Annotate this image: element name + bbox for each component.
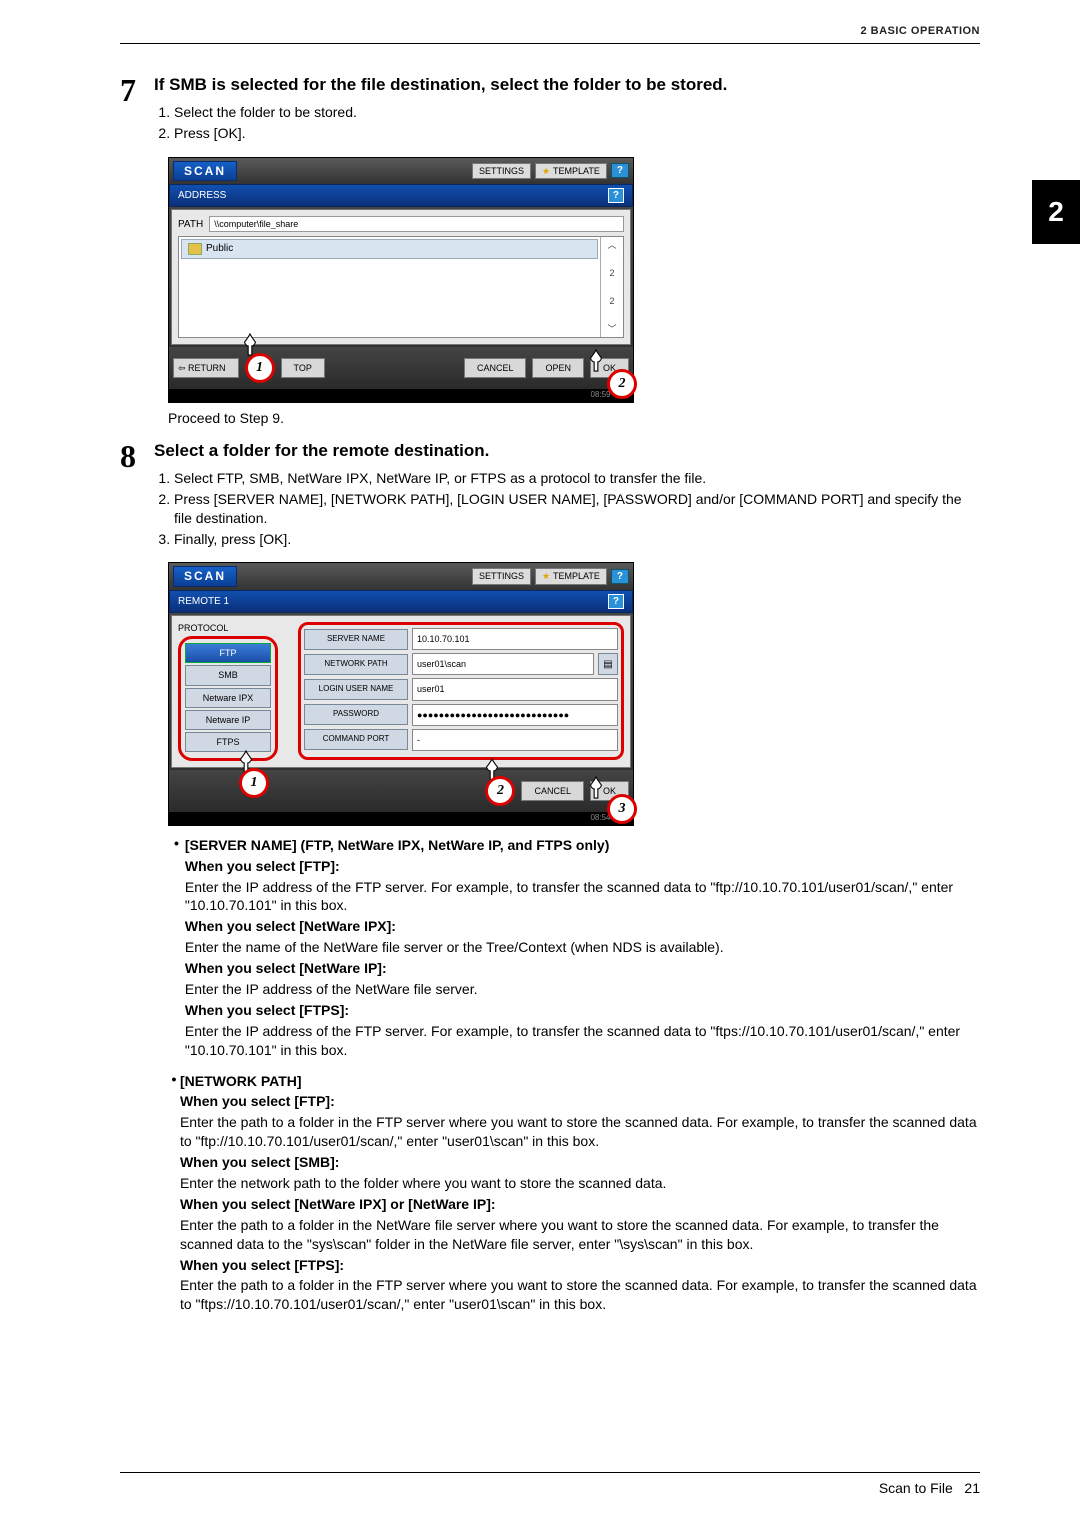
server-name-heading: [SERVER NAME] (FTP, NetWare IPX, NetWare… (185, 836, 980, 855)
path-label: PATH (178, 218, 203, 232)
callout-2b: 2 (485, 776, 515, 806)
remote-bar-label: REMOTE 1 (178, 595, 229, 609)
bullet-dot: • (168, 1070, 180, 1089)
page-indicator-bot: 2 (609, 295, 614, 307)
fields-highlight: SERVER NAME10.10.70.101 NETWORK PATHuser… (298, 622, 624, 760)
cancel-button[interactable]: CANCEL (464, 358, 527, 378)
network-path-value[interactable]: user01\scan (412, 653, 594, 675)
callout-1: 1 (245, 353, 275, 383)
network-path-button[interactable]: NETWORK PATH (304, 654, 408, 675)
template-button-2[interactable]: ★TEMPLATE (535, 568, 607, 584)
np-ftp-text: Enter the path to a folder in the FTP se… (180, 1113, 980, 1151)
template-button[interactable]: ★TEMPLATE (535, 163, 607, 179)
step7-title: If SMB is selected for the file destinat… (154, 74, 980, 97)
netware-ipx-heading: When you select [NetWare IPX]: (185, 917, 980, 936)
command-port-value[interactable]: - (412, 729, 618, 751)
pointer-icon-2 (585, 347, 607, 375)
address-bar-label: ADDRESS (178, 189, 226, 203)
login-user-button[interactable]: LOGIN USER NAME (304, 679, 408, 700)
np-nw-text: Enter the path to a folder in the NetWar… (180, 1216, 980, 1254)
step8-substeps: Select FTP, SMB, NetWare IPX, NetWare IP… (154, 469, 980, 549)
ftps-text: Enter the IP address of the FTP server. … (185, 1022, 980, 1060)
screenshot-remote: SCAN SETTINGS ★TEMPLATE ? REMOTE 1 ? PRO… (168, 562, 634, 825)
step7-sub1: Select the folder to be stored. (174, 103, 980, 122)
return-button[interactable]: ⇦ RETURN (173, 358, 239, 378)
help-button-top[interactable]: ? (611, 163, 629, 179)
step8-sub3: Finally, press [OK]. (174, 530, 980, 549)
network-path-heading: [NETWORK PATH] (180, 1072, 980, 1091)
open-button[interactable]: OPEN (532, 358, 584, 378)
proceed-note: Proceed to Step 9. (168, 409, 980, 428)
protocol-ftp[interactable]: FTP (185, 643, 271, 663)
chapter-tab: 2 (1032, 180, 1080, 244)
np-ftp-heading: When you select [FTP]: (180, 1092, 980, 1111)
step7-substeps: Select the folder to be stored. Press [O… (154, 103, 980, 143)
bullet-dot: • (168, 834, 185, 853)
header-rule (120, 43, 980, 44)
scan-tab[interactable]: SCAN (173, 161, 237, 181)
screenshot-address: SCAN SETTINGS ★TEMPLATE ? ADDRESS ? PATH… (168, 157, 634, 403)
path-input[interactable] (209, 216, 624, 232)
callout-2: 2 (607, 369, 637, 399)
folder-label: Public (206, 242, 233, 256)
netware-ip-heading: When you select [NetWare IP]: (185, 959, 980, 978)
password-value[interactable]: ●●●●●●●●●●●●●●●●●●●●●●●●●●●● (412, 704, 618, 726)
np-ftps-heading: When you select [FTPS]: (180, 1256, 980, 1275)
scan-tab-2[interactable]: SCAN (173, 566, 237, 586)
folder-icon (188, 243, 202, 255)
np-smb-text: Enter the network path to the folder whe… (180, 1174, 980, 1193)
cancel-button-2[interactable]: CANCEL (521, 781, 584, 801)
netware-ipx-text: Enter the name of the NetWare file serve… (185, 938, 980, 957)
folder-public[interactable]: Public (181, 239, 598, 259)
np-nw-heading: When you select [NetWare IPX] or [NetWar… (180, 1195, 980, 1214)
page-indicator-top: 2 (609, 267, 614, 279)
pointer-icon-5 (585, 774, 607, 802)
command-port-button[interactable]: COMMAND PORT (304, 729, 408, 750)
step8-sub2: Press [SERVER NAME], [NETWORK PATH], [LO… (174, 490, 980, 528)
server-name-button[interactable]: SERVER NAME (304, 629, 408, 650)
netware-ip-text: Enter the IP address of the NetWare file… (185, 980, 980, 999)
top-button[interactable]: TOP (281, 358, 325, 378)
protocol-label: PROTOCOL (178, 622, 278, 634)
footer-text: Scan to File 21 (120, 1479, 980, 1498)
callout-1b: 1 (239, 768, 269, 798)
browse-icon[interactable]: ▤ (598, 653, 618, 675)
step-number-7: 7 (120, 74, 154, 106)
scroll-down-icon[interactable]: ﹀ (607, 323, 616, 335)
settings-button-2[interactable]: SETTINGS (472, 568, 531, 584)
ftps-heading: When you select [FTPS]: (185, 1001, 980, 1020)
step-number-8: 8 (120, 440, 154, 472)
login-user-value[interactable]: user01 (412, 678, 618, 700)
protocol-ftps[interactable]: FTPS (185, 732, 271, 752)
server-name-value[interactable]: 10.10.70.101 (412, 628, 618, 650)
footer-rule (120, 1472, 980, 1473)
help-button-bar-2[interactable]: ? (608, 594, 624, 610)
step7-sub2: Press [OK]. (174, 124, 980, 143)
scroll-up-icon[interactable]: ︿ (607, 239, 616, 251)
protocol-netware-ipx[interactable]: Netware IPX (185, 688, 271, 708)
help-button-bar[interactable]: ? (608, 188, 624, 204)
password-button[interactable]: PASSWORD (304, 704, 408, 725)
np-smb-heading: When you select [SMB]: (180, 1153, 980, 1172)
step8-sub1: Select FTP, SMB, NetWare IPX, NetWare IP… (174, 469, 980, 488)
ftp-heading: When you select [FTP]: (185, 857, 980, 876)
protocol-smb[interactable]: SMB (185, 665, 271, 685)
ftp-text: Enter the IP address of the FTP server. … (185, 878, 980, 916)
callout-3: 3 (607, 794, 637, 824)
step8-title: Select a folder for the remote destinati… (154, 440, 980, 463)
np-ftps-text: Enter the path to a folder in the FTP se… (180, 1276, 980, 1314)
protocol-highlight: FTP SMB Netware IPX Netware IP FTPS (178, 636, 278, 761)
settings-button[interactable]: SETTINGS (472, 163, 531, 179)
protocol-netware-ip[interactable]: Netware IP (185, 710, 271, 730)
help-button-top-2[interactable]: ? (611, 569, 629, 585)
running-header: 2 BASIC OPERATION (120, 24, 980, 39)
